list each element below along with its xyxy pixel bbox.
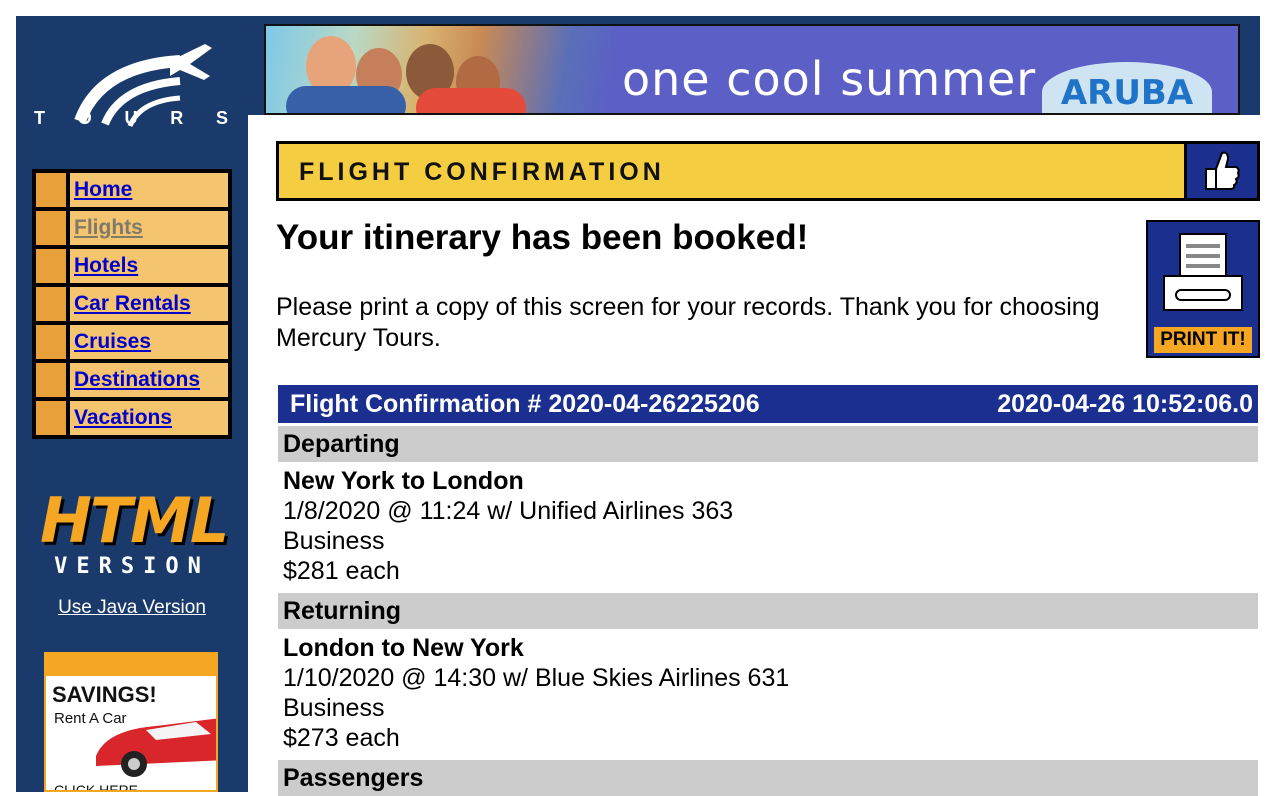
confirmation-number: Flight Confirmation # 2020-04-26225206 [290, 389, 760, 418]
nav-item-flights: Flights [36, 211, 228, 245]
departing-class: Business [283, 527, 385, 555]
html-word: HTML [40, 484, 229, 557]
nav-link-cruises[interactable]: Cruises [74, 330, 151, 354]
nav-item-hotels: Hotels [36, 249, 228, 283]
nav-bullet [36, 401, 66, 435]
logo-letter: S [215, 108, 230, 128]
html-version-badge: HTML VERSION [40, 484, 229, 580]
nav-item-vacations: Vacations [36, 401, 228, 435]
nav-link-car-rentals[interactable]: Car Rentals [74, 292, 191, 316]
print-it-button[interactable]: PRINT IT! [1146, 220, 1260, 358]
logo-letter: U [124, 108, 140, 128]
savings-title: SAVINGS! [52, 682, 157, 707]
print-it-label: PRINT IT! [1154, 327, 1252, 353]
returning-class: Business [283, 694, 385, 722]
banner-photo [266, 26, 611, 113]
nav-bullet [36, 249, 66, 283]
returning-price: $273 each [283, 724, 400, 752]
logo-letter: O [77, 108, 94, 128]
logo-letter: T [34, 108, 47, 128]
nav-item-cruises: Cruises [36, 325, 228, 359]
savings-rent-a-car-ad[interactable]: SAVINGS! Rent A Car CLICK HERE [44, 652, 218, 792]
nav-bullet [36, 211, 66, 245]
page-title: Your itinerary has been booked! [276, 218, 809, 257]
nav-link-hotels[interactable]: Hotels [74, 254, 138, 278]
printer-icon [1163, 233, 1243, 311]
nav-link-destinations[interactable]: Destinations [74, 368, 200, 392]
aruba-banner-ad[interactable]: one cool summer ARUBA [264, 24, 1240, 115]
confirmation-timestamp: 2020-04-26 10:52:06.0 [997, 389, 1253, 418]
nav-link-flights[interactable]: Flights [74, 216, 143, 240]
logo-letter: R [170, 108, 186, 128]
departing-price: $281 each [283, 557, 400, 585]
nav-link-home[interactable]: Home [74, 178, 132, 202]
nav-item-destinations: Destinations [36, 363, 228, 397]
nav-link-vacations[interactable]: Vacations [74, 406, 172, 430]
nav-bullet [36, 363, 66, 397]
itinerary-table: Flight Confirmation # 2020-04-26225206 2… [278, 385, 1258, 796]
print-message: Please print a copy of this screen for y… [276, 293, 1100, 352]
departing-route: New York to London [283, 467, 524, 495]
aruba-logo: ARUBA [1042, 62, 1212, 113]
departing-label: Departing [278, 426, 1258, 462]
version-word: VERSION [54, 554, 210, 579]
nav-item-car-rentals: Car Rentals [36, 287, 228, 321]
nav-item-home: Home [36, 173, 228, 207]
logo-wordmark: T O U R S [34, 108, 230, 129]
nav-bullet [36, 173, 66, 207]
savings-cta: CLICK HERE [54, 782, 139, 792]
section-title: FLIGHT CONFIRMATION [299, 158, 665, 186]
confirmation-bar: Flight Confirmation # 2020-04-26225206 2… [278, 385, 1258, 423]
returning-label: Returning [278, 593, 1258, 629]
returning-flight: 1/10/2020 @ 14:30 w/ Blue Skies Airlines… [283, 664, 790, 692]
departing-details: New York to London 1/8/2020 @ 11:24 w/ U… [278, 462, 1258, 590]
flight-confirmation-header: FLIGHT CONFIRMATION [276, 141, 1260, 201]
returning-route: London to New York [283, 634, 524, 662]
nav-bullet [36, 325, 66, 359]
java-version-link[interactable]: Use Java Version [40, 597, 224, 619]
passengers-label: Passengers [278, 760, 1258, 796]
savings-subtitle: Rent A Car [54, 710, 127, 727]
main-nav: Home Flights Hotels Car Rentals Cruises … [32, 169, 232, 439]
ad-top-strip [46, 654, 216, 676]
banner-tagline: one cool summer [622, 52, 1037, 106]
thumbs-up-icon [1184, 144, 1257, 198]
nav-bullet [36, 287, 66, 321]
returning-details: London to New York 1/10/2020 @ 14:30 w/ … [278, 629, 1258, 757]
departing-flight: 1/8/2020 @ 11:24 w/ Unified Airlines 363 [283, 497, 734, 525]
